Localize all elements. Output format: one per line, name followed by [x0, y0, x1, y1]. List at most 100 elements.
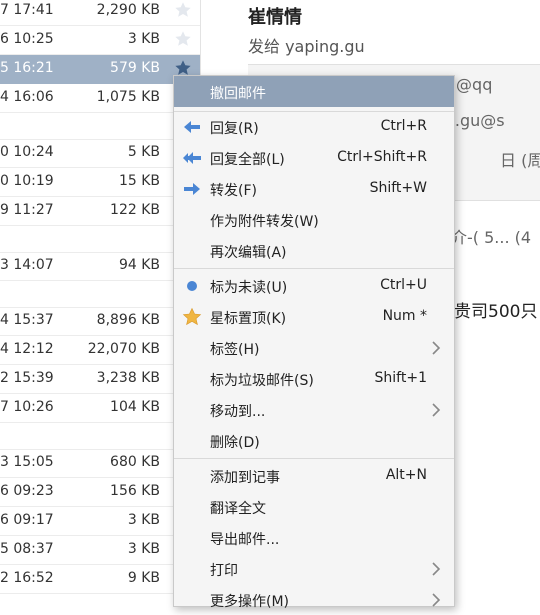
- mail-size: 122 KB: [110, 202, 160, 218]
- menu-item-label: 导出邮件...: [210, 532, 280, 548]
- mail-date: 5 08:37: [0, 541, 54, 557]
- mail-date: 3 14:07: [0, 257, 54, 273]
- menu-item-forward[interactable]: 转发(F) Shift+W: [174, 173, 454, 204]
- menu-item-move-to[interactable]: 移动到...: [174, 394, 454, 425]
- menu-item-translate[interactable]: 翻译全文: [174, 491, 454, 522]
- star-icon: [182, 307, 202, 326]
- menu-item-edit-again[interactable]: 再次编辑(A): [174, 235, 454, 266]
- submenu-chevron-icon: [432, 562, 441, 576]
- mail-date: 2 16:52: [0, 570, 54, 586]
- menu-item-label: 回复(R): [210, 121, 259, 137]
- star-toggle-icon[interactable]: [174, 1, 192, 19]
- menu-item-more-actions[interactable]: 更多操作(M): [174, 584, 454, 615]
- menu-item-label: 添加到记事: [210, 470, 280, 486]
- mail-date: 3 15:05: [0, 454, 54, 470]
- date-group-gap: [0, 226, 200, 253]
- menu-item-label: 标为垃圾邮件(S): [210, 373, 314, 389]
- mail-size: 8,896 KB: [96, 312, 160, 328]
- date-group-gap: [0, 281, 200, 308]
- mail-row[interactable]: 0 10:24 5 KB: [0, 139, 200, 168]
- menu-item-label: 标为未读(U): [210, 280, 288, 296]
- mail-row[interactable]: 3 14:07 94 KB: [0, 252, 200, 281]
- mail-size: 22,070 KB: [87, 341, 160, 357]
- mail-list[interactable]: 7 17:41 2,290 KB 6 10:25 3 KB 5 16:21 579 KB 4…: [0, 0, 201, 596]
- menu-item-export-mail[interactable]: 导出邮件...: [174, 522, 454, 553]
- mail-row[interactable]: 2 16:52 9 KB: [0, 565, 200, 594]
- date-group-gap: [0, 423, 200, 450]
- forward-arrow-icon: [184, 183, 200, 195]
- menu-shortcut: Ctrl+U: [380, 277, 427, 293]
- mail-size: 680 KB: [110, 454, 160, 470]
- mail-size: 579 KB: [110, 60, 160, 76]
- mail-row[interactable]: 2 15:39 3,238 KB: [0, 365, 200, 394]
- menu-shortcut: Shift+1: [374, 370, 427, 386]
- menu-shortcut: Num *: [382, 308, 427, 324]
- mail-date: 4 16:06: [0, 89, 54, 105]
- menu-item-star-pin[interactable]: 星标置顶(K) Num *: [174, 301, 454, 332]
- menu-item-label: 撤回邮件: [210, 86, 266, 102]
- mail-row[interactable]: 0 10:19 15 KB: [0, 168, 200, 197]
- attachment-summary[interactable]: 介-( 5... (4: [451, 224, 531, 248]
- mail-size: 104 KB: [110, 399, 160, 415]
- menu-item-print[interactable]: 打印: [174, 553, 454, 584]
- mail-row[interactable]: 4 12:12 22,070 KB: [0, 336, 200, 365]
- menu-item-recall[interactable]: 撤回邮件: [174, 76, 454, 107]
- menu-item-label: 星标置顶(K): [210, 311, 287, 327]
- mail-date: 4 12:12: [0, 341, 54, 357]
- mail-size: 5 KB: [127, 144, 160, 160]
- mail-row[interactable]: 4 16:06 1,075 KB: [0, 84, 200, 113]
- mail-date: 6 09:17: [0, 512, 54, 528]
- mail-row[interactable]: 5 08:37 3 KB: [0, 536, 200, 565]
- menu-separator: [174, 268, 454, 269]
- date-group-gap: [0, 113, 200, 140]
- mail-row[interactable]: 6 09:23 156 KB: [0, 478, 200, 507]
- menu-item-tags[interactable]: 标签(H): [174, 332, 454, 363]
- mail-row[interactable]: 6 09:17 3 KB: [0, 507, 200, 536]
- menu-item-label: 翻译全文: [210, 501, 266, 517]
- menu-item-mark-unread[interactable]: 标为未读(U) Ctrl+U: [174, 270, 454, 301]
- mail-row[interactable]: 5 16:21 579 KB: [0, 55, 200, 84]
- menu-item-delete[interactable]: 删除(D): [174, 425, 454, 456]
- menu-shortcut: Alt+N: [385, 467, 427, 483]
- menu-item-mark-spam[interactable]: 标为垃圾邮件(S) Shift+1: [174, 363, 454, 394]
- context-menu: 撤回邮件 回复(R) Ctrl+R 回复全部(L) Ctrl+Shift+R 转…: [173, 75, 455, 610]
- mail-row[interactable]: 3 15:05 680 KB: [0, 449, 200, 478]
- menu-shortcut: Shift+W: [369, 180, 427, 196]
- mail-size: 1,075 KB: [96, 89, 160, 105]
- mail-date: 7 17:41: [0, 2, 54, 18]
- menu-item-label: 移动到...: [210, 404, 266, 420]
- mail-row[interactable]: 6 10:25 3 KB: [0, 26, 200, 55]
- mail-size: 3,238 KB: [96, 370, 160, 386]
- mail-row[interactable]: 9 11:27 122 KB: [0, 197, 200, 226]
- menu-item-forward-as-attachment[interactable]: 作为附件转发(W): [174, 204, 454, 235]
- menu-item-add-to-notes[interactable]: 添加到记事 Alt+N: [174, 460, 454, 491]
- menu-item-label: 标签(H): [210, 342, 260, 358]
- submenu-chevron-icon: [432, 341, 441, 355]
- mail-date: 6 10:25: [0, 31, 54, 47]
- mail-size: 3 KB: [127, 512, 160, 528]
- mail-row[interactable]: 7 10:26 104 KB: [0, 394, 200, 423]
- menu-item-reply-all[interactable]: 回复全部(L) Ctrl+Shift+R: [174, 142, 454, 173]
- mail-date: 9 11:27: [0, 202, 54, 218]
- sender-name[interactable]: 崔情情: [248, 3, 302, 29]
- mail-row[interactable]: 7 17:41 2,290 KB: [0, 0, 200, 26]
- menu-item-label: 转发(F): [210, 183, 257, 199]
- menu-item-label: 回复全部(L): [210, 152, 285, 168]
- mail-body-text: 贵司500只: [454, 302, 538, 322]
- mail-size: 94 KB: [118, 257, 160, 273]
- mail-date: 2 15:39: [0, 370, 54, 386]
- menu-item-label: 作为附件转发(W): [210, 214, 319, 230]
- mail-row[interactable]: 4 15:37 8,896 KB: [0, 307, 200, 336]
- reply-all-arrow-icon: [183, 152, 201, 164]
- menu-separator: [174, 458, 454, 459]
- mail-date: 6 09:23: [0, 483, 54, 499]
- mail-size: 15 KB: [118, 173, 160, 189]
- menu-item-reply[interactable]: 回复(R) Ctrl+R: [174, 111, 454, 142]
- menu-item-label: 删除(D): [210, 435, 260, 451]
- submenu-chevron-icon: [432, 593, 441, 607]
- menu-item-label: 更多操作(M): [210, 594, 290, 610]
- star-toggle-icon[interactable]: [174, 30, 192, 48]
- mail-size: 3 KB: [127, 541, 160, 557]
- menu-item-label: 再次编辑(A): [210, 245, 287, 261]
- reply-arrow-icon: [184, 121, 200, 133]
